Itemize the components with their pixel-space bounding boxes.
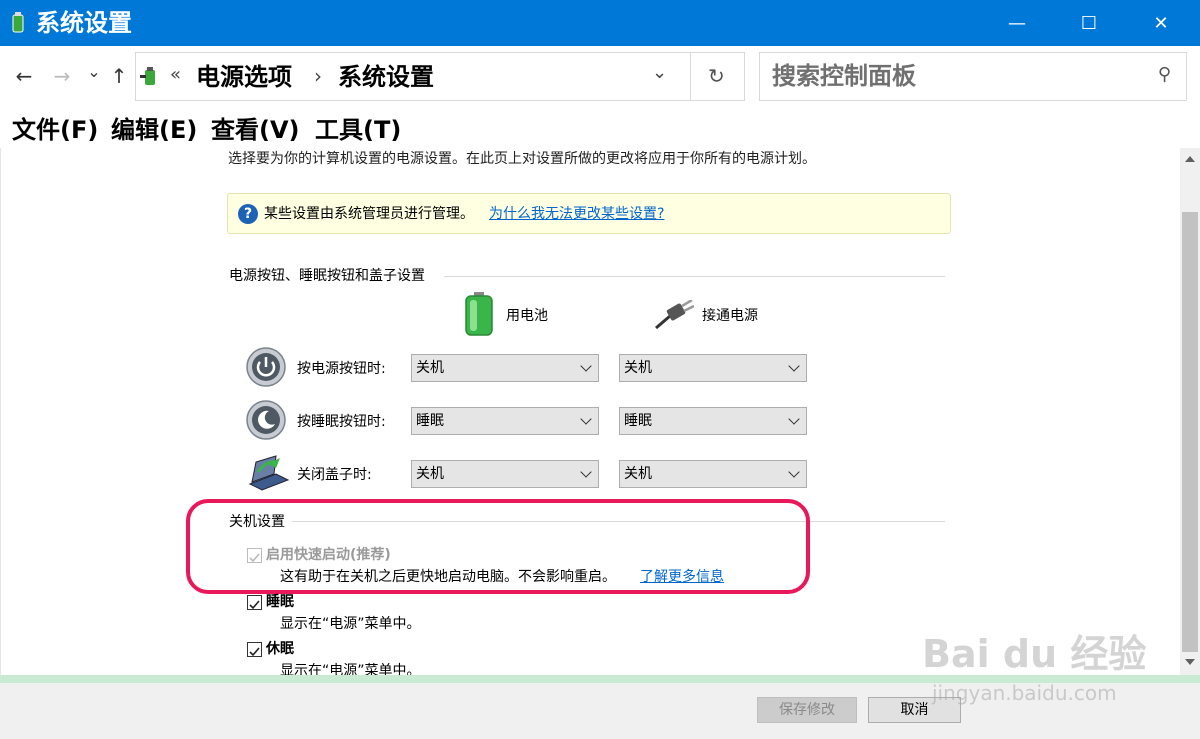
address-dropdown-button[interactable]: ⌄ — [652, 61, 667, 85]
recent-locations-button[interactable]: ⌄ — [82, 60, 106, 84]
power-button-label: 按电源按钮时: — [297, 361, 386, 377]
sleep-button-plugged-value: 睡眠 — [624, 413, 652, 429]
maximize-button[interactable]: ☐ — [1066, 0, 1112, 46]
scroll-down-arrow-icon[interactable] — [1185, 659, 1195, 665]
battery-icon — [465, 292, 493, 336]
address-bar[interactable]: « 电源选项 › 系统设置 ⌄ ↻ — [135, 52, 745, 101]
lid-close-plugged-select[interactable]: 关机 — [619, 460, 807, 488]
chevron-down-icon — [580, 466, 592, 478]
up-button[interactable]: ↑ — [107, 64, 131, 88]
power-button-icon — [246, 347, 286, 387]
breadcrumb-system-settings[interactable]: 系统设置 — [338, 60, 434, 94]
sleep-description: 显示在“电源”菜单中。 — [280, 616, 421, 632]
menu-file[interactable]: 文件(F) — [12, 114, 98, 146]
save-changes-button[interactable]: 保存修改 — [757, 697, 857, 723]
sleep-label: 睡眠 — [266, 594, 294, 610]
search-icon[interactable]: ⚲ — [1158, 63, 1171, 87]
admin-info-banner: ? 某些设置由系统管理员进行管理。 为什么我无法更改某些设置? — [227, 193, 951, 234]
sleep-checkbox[interactable] — [247, 595, 262, 610]
section-separator — [444, 276, 945, 277]
forward-button[interactable]: → — [50, 64, 74, 88]
power-options-icon — [12, 12, 24, 33]
menu-view[interactable]: 查看(V) — [211, 114, 300, 146]
menu-tools[interactable]: 工具(T) — [315, 114, 401, 146]
check-icon — [249, 647, 260, 657]
power-button-battery-value: 关机 — [416, 360, 444, 376]
power-button-battery-select[interactable]: 关机 — [411, 354, 599, 382]
why-cant-change-link[interactable]: 为什么我无法更改某些设置? — [489, 204, 664, 224]
sleep-button-battery-select[interactable]: 睡眠 — [411, 407, 599, 435]
hibernate-description: 显示在“电源”菜单中。 — [280, 663, 421, 675]
section-buttons-title: 电源按钮、睡眠按钮和盖子设置 — [229, 268, 425, 284]
lid-close-battery-select[interactable]: 关机 — [411, 460, 599, 488]
lid-close-plugged-value: 关机 — [624, 466, 652, 482]
sleep-button-icon — [246, 400, 286, 440]
baidu-watermark: Bai du 经验 — [922, 632, 1147, 676]
search-box[interactable]: 搜索控制面板 ⚲ — [759, 52, 1187, 101]
chevron-down-icon — [788, 466, 800, 478]
sleep-button-plugged-select[interactable]: 睡眠 — [619, 407, 807, 435]
check-icon — [249, 600, 260, 610]
highlight-annotation — [186, 499, 810, 594]
laptop-lid-icon — [248, 455, 290, 491]
vertical-scrollbar[interactable] — [1180, 148, 1200, 675]
chevron-down-icon — [788, 360, 800, 372]
search-input[interactable]: 搜索控制面板 — [772, 59, 916, 93]
lid-close-battery-value: 关机 — [416, 466, 444, 482]
plugged-in-column-label: 接通电源 — [702, 308, 758, 324]
intro-text: 选择要为你的计算机设置的电源设置。在此页上对设置所做的更改将应用于你所有的电源计… — [228, 151, 816, 167]
power-button-plugged-value: 关机 — [624, 360, 652, 376]
chevron-down-icon — [788, 413, 800, 425]
hibernate-description-clip: 显示在“电源”菜单中。 — [280, 661, 580, 675]
control-panel-icon — [140, 67, 155, 85]
window-title: 系统设置 — [36, 9, 132, 37]
scrollbar-thumb[interactable] — [1182, 212, 1198, 652]
chevron-down-icon — [580, 360, 592, 372]
admin-info-text: 某些设置由系统管理员进行管理。 — [264, 206, 474, 222]
lid-close-label: 关闭盖子时: — [297, 467, 372, 483]
title-bar: 系统设置 — ☐ ✕ — [0, 0, 1200, 46]
address-divider — [690, 53, 691, 100]
sleep-button-label: 按睡眠按钮时: — [297, 414, 386, 430]
refresh-button[interactable]: ↻ — [708, 63, 725, 89]
menu-edit[interactable]: 编辑(E) — [111, 114, 197, 146]
minimize-button[interactable]: — — [994, 0, 1040, 46]
breadcrumb-separator: › — [314, 64, 322, 88]
baidu-watermark-url: jingyan.baidu.com — [932, 681, 1117, 705]
power-button-plugged-select[interactable]: 关机 — [619, 354, 807, 382]
hibernate-checkbox[interactable] — [247, 642, 262, 657]
close-button[interactable]: ✕ — [1138, 0, 1184, 46]
back-button[interactable]: ← — [12, 64, 36, 88]
breadcrumb-power-options[interactable]: 电源选项 — [196, 60, 292, 94]
hibernate-label: 休眠 — [266, 641, 294, 657]
question-icon: ? — [238, 204, 258, 224]
scroll-up-arrow-icon[interactable] — [1185, 156, 1195, 162]
chevron-down-icon — [580, 413, 592, 425]
power-plug-icon — [655, 300, 694, 330]
battery-column-label: 用电池 — [506, 308, 548, 324]
breadcrumb-overflow[interactable]: « — [170, 63, 181, 87]
sleep-button-battery-value: 睡眠 — [416, 413, 444, 429]
